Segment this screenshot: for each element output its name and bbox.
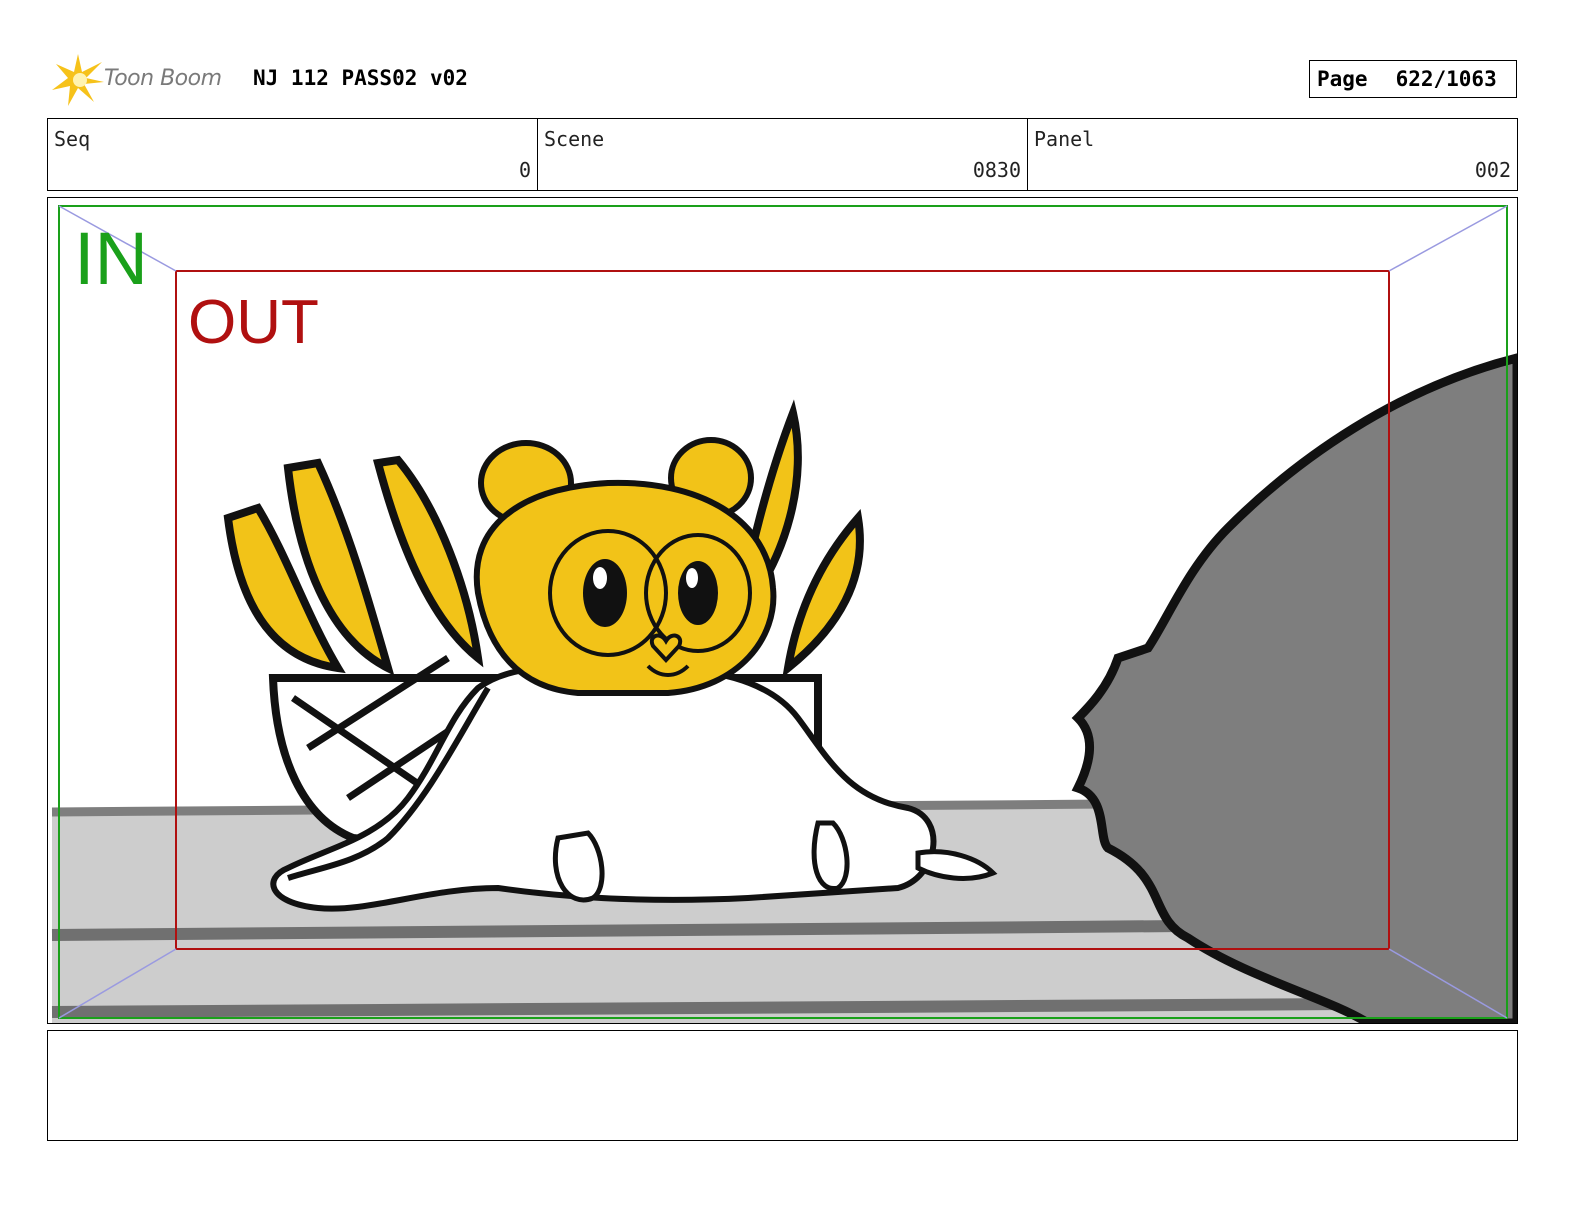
document-title: NJ 112 PASS02 v02: [253, 66, 468, 90]
out-frame-label: OUT: [188, 288, 319, 357]
corner-guide-tr: [1388, 205, 1508, 272]
page-label: Page: [1317, 67, 1368, 91]
burst-icon: [52, 54, 104, 106]
character-eye-shine-right: [686, 568, 698, 588]
character-foot-right: [811, 820, 850, 891]
panel-notes-box: [47, 1030, 1518, 1141]
storyboard-panel: IN OUT: [47, 197, 1518, 1024]
panel-label: Panel: [1034, 127, 1095, 151]
floor-edge-front: [51, 998, 1349, 1018]
scene-cell: Scene 0830: [538, 119, 1028, 190]
seq-value: 0: [518, 158, 531, 182]
page-indicator: Page 622/1063: [1309, 60, 1517, 98]
character-eye-shine-left: [593, 567, 607, 589]
logo-text: Toon Boom: [104, 66, 222, 91]
leaf-3: [372, 455, 484, 668]
seq-cell: Seq 0: [48, 119, 538, 190]
panel-value: 002: [1474, 158, 1511, 182]
panel-cell: Panel 002: [1028, 119, 1517, 190]
scene-label: Scene: [544, 127, 605, 151]
toon-boom-logo: Toon Boom: [50, 52, 240, 108]
seq-label: Seq: [54, 127, 91, 151]
in-frame-label: IN: [74, 217, 148, 300]
shot-info-row: Seq 0 Scene 0830 Panel 002: [47, 118, 1518, 191]
character-foot-left: [552, 830, 605, 903]
character-eye-right: [678, 561, 718, 625]
character-eye-left: [583, 559, 627, 627]
page-number: 622/1063: [1395, 67, 1497, 91]
scene-value: 0830: [972, 158, 1021, 182]
leaf-5: [782, 508, 864, 678]
